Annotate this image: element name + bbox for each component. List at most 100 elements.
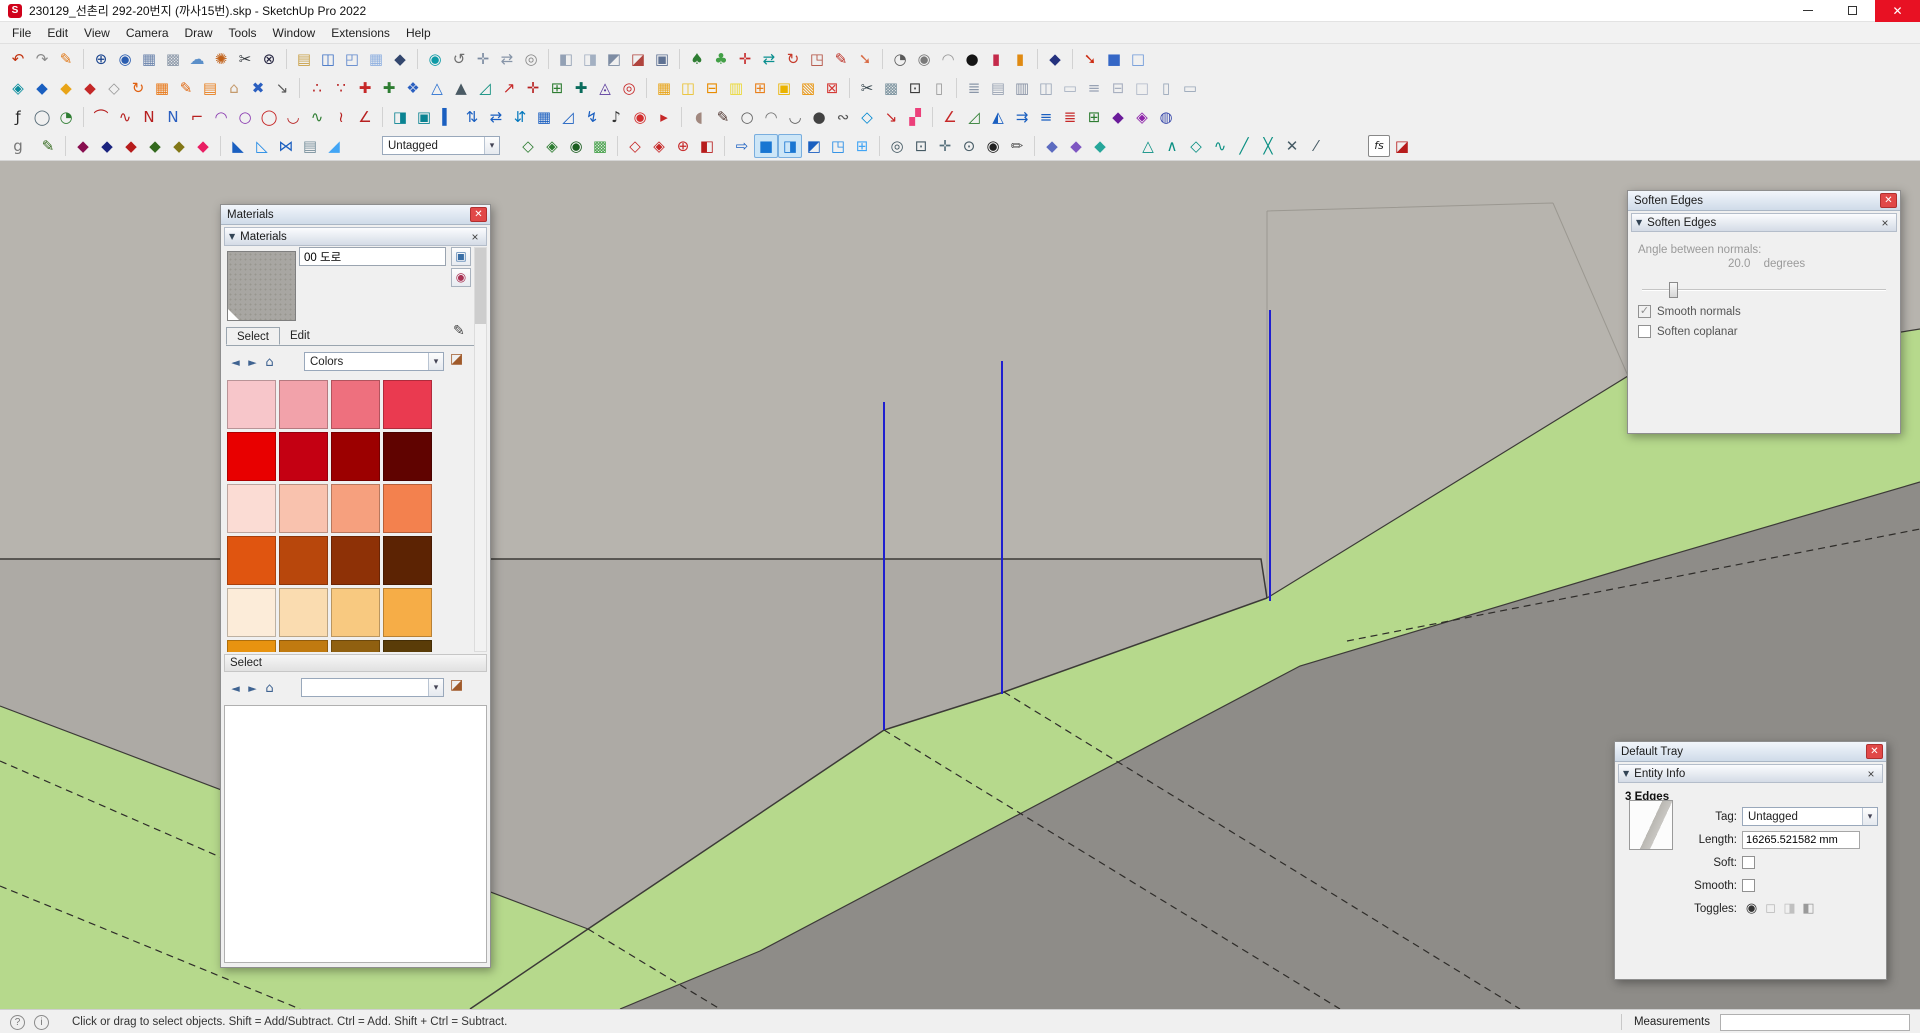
toolbar-icon[interactable]: ≣ (962, 76, 986, 100)
toolbar-icon[interactable]: ⊕ (671, 134, 695, 158)
color-swatch[interactable] (227, 380, 276, 429)
toolbar-icon[interactable]: ✛ (933, 134, 957, 158)
toolbar-icon[interactable]: ▥ (724, 76, 748, 100)
toolbar-icon[interactable]: ◨ (578, 47, 602, 71)
toolbar-icon[interactable]: ∵ (329, 76, 353, 100)
toolbar-icon[interactable]: ↘ (879, 105, 903, 129)
toolbar-icon[interactable]: ✏ (1005, 134, 1029, 158)
toolbar-icon[interactable]: ◧ (695, 134, 719, 158)
soften-title-bar[interactable]: Soften Edges ✕ (1628, 191, 1900, 211)
color-swatch[interactable] (279, 536, 328, 585)
menu-item-camera[interactable]: Camera (118, 22, 177, 44)
toolbar-icon[interactable]: ╱ (1232, 134, 1256, 158)
toolbar-icon[interactable]: ◇ (623, 134, 647, 158)
toolbar-icon[interactable]: ▍ (436, 105, 460, 129)
secondary-pane-icon[interactable]: ▣ (451, 247, 471, 266)
toolbar-icon[interactable]: ◆ (167, 134, 191, 158)
entity-info-rollup-header[interactable]: ▼ Entity Info × (1618, 764, 1883, 783)
toolbar-icon[interactable]: ▤ (986, 76, 1010, 100)
scrollbar-thumb[interactable] (475, 248, 486, 324)
toolbar-icon[interactable]: ◣ (226, 134, 250, 158)
toolbar-icon[interactable]: ◳ (805, 47, 829, 71)
toolbar-icon[interactable]: ✕ (1280, 134, 1304, 158)
secondary-material-list[interactable] (224, 705, 487, 963)
toolbar-icon[interactable]: ◆ (143, 134, 167, 158)
toolbar-icon[interactable]: ⊠ (820, 76, 844, 100)
circle-icon[interactable]: ◯ (257, 105, 281, 129)
color-swatch[interactable] (383, 536, 432, 585)
eye-toggle-icon[interactable]: ◉ (1742, 901, 1761, 916)
toolbar-icon[interactable]: ⇄ (484, 105, 508, 129)
toolbar-icon[interactable]: ↻ (126, 76, 150, 100)
toolbar-icon[interactable]: ■ (754, 133, 778, 158)
toolbar-icon[interactable]: ╳ (1256, 134, 1280, 158)
dropdown-arrow-icon[interactable]: ▾ (484, 137, 499, 154)
toolbar-icon[interactable]: ◆ (191, 134, 215, 158)
toolbar-icon[interactable]: ⊟ (1106, 76, 1130, 100)
color-swatch[interactable] (331, 588, 380, 637)
color-swatch[interactable] (227, 484, 276, 533)
tray-close-button[interactable]: ✕ (1866, 744, 1883, 759)
toolbar-icon[interactable]: ◇ (102, 76, 126, 100)
color-swatch[interactable] (279, 380, 328, 429)
toolbar-icon[interactable]: ↯ (580, 105, 604, 129)
toolbar-icon[interactable]: ⊙ (957, 134, 981, 158)
tag-dropdown[interactable]: Untagged ▾ (1742, 807, 1878, 826)
toolbar-icon[interactable]: ≡ (1082, 76, 1106, 100)
home-icon[interactable]: ⌂ (261, 355, 278, 370)
toolbar-icon[interactable]: ⊞ (748, 76, 772, 100)
toolbar-icon[interactable]: ≀ (329, 105, 353, 129)
toolbar-icon[interactable]: ✎ (54, 47, 78, 71)
info-icon[interactable]: i (34, 1014, 49, 1030)
toolbar-icon[interactable]: ◆ (71, 134, 95, 158)
help-icon[interactable]: ? (10, 1014, 25, 1030)
toolbar-icon[interactable]: ⊡ (903, 76, 927, 100)
toolbar-icon[interactable]: ◨ (388, 105, 412, 129)
toolbar-icon[interactable]: ◫ (1034, 76, 1058, 100)
redo-icon[interactable]: ↷ (30, 47, 54, 71)
color-swatch[interactable] (383, 588, 432, 637)
toolbar-icon[interactable]: ◉ (113, 47, 137, 71)
toolbar-icon[interactable]: ◩ (602, 47, 626, 71)
toolbar-icon[interactable]: △ (1136, 134, 1160, 158)
menu-item-file[interactable]: File (4, 22, 39, 44)
tab-select[interactable]: Select (226, 327, 280, 345)
toolbar-icon[interactable]: ✂ (855, 76, 879, 100)
toolbar-icon[interactable]: ◔ (888, 47, 912, 71)
cast-shadows-toggle-icon[interactable]: ◧ (1799, 901, 1818, 916)
color-swatch[interactable] (383, 484, 432, 533)
toolbar-icon[interactable]: ♣ (709, 47, 733, 71)
materials-scrollbar[interactable] (474, 247, 487, 652)
toolbar-icon[interactable]: ▸ (652, 105, 676, 129)
toolbar-icon[interactable]: ▦ (137, 47, 161, 71)
toolbar-icon[interactable]: ▦ (652, 76, 676, 100)
toolbar-icon[interactable]: ▯ (1154, 76, 1178, 100)
soften-rollup-header[interactable]: ▼ Soften Edges × (1631, 213, 1897, 232)
toolbar-icon[interactable]: ⇨ (730, 134, 754, 158)
toolbar-icon[interactable]: g (6, 134, 30, 158)
arc-icon[interactable]: ⌒ (89, 105, 113, 129)
materials-rollup-close-icon[interactable]: × (468, 230, 482, 244)
measurements-input[interactable] (1720, 1013, 1910, 1031)
toolbar-icon[interactable]: ◎ (617, 76, 641, 100)
color-swatch[interactable] (227, 432, 276, 481)
toolbar-icon[interactable]: ▣ (772, 76, 796, 100)
toolbar-icon[interactable]: ▮ (984, 47, 1008, 71)
toolbar-icon[interactable]: ⊞ (1082, 105, 1106, 129)
smooth-normals-checkbox[interactable] (1638, 305, 1651, 318)
toolbar-icon[interactable]: ◰ (340, 47, 364, 71)
soften-rollup-close-icon[interactable]: × (1878, 216, 1892, 230)
back-icon[interactable]: ◄ (227, 682, 244, 695)
toolbar-icon[interactable]: ◿ (962, 105, 986, 129)
toolbar-icon[interactable]: ⊗ (257, 47, 281, 71)
toolbar-icon[interactable]: ◆ (54, 76, 78, 100)
toolbar-icon[interactable]: ◇ (855, 105, 879, 129)
soft-checkbox[interactable] (1742, 856, 1755, 869)
move-icon[interactable]: ✛ (733, 47, 757, 71)
dropdown-arrow-icon[interactable]: ▾ (428, 353, 443, 370)
maximize-button[interactable] (1830, 0, 1875, 22)
toolbar-icon[interactable]: ◆ (388, 47, 412, 71)
toolbar-icon[interactable]: ▣ (650, 47, 674, 71)
color-swatch[interactable] (227, 536, 276, 585)
toolbar-icon[interactable]: ◉ (564, 134, 588, 158)
